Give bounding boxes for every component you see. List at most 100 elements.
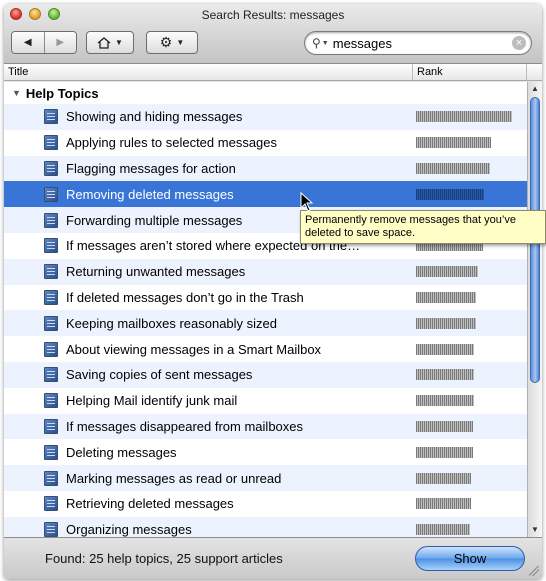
help-document-icon	[44, 238, 58, 254]
clear-search-icon[interactable]: ×	[512, 36, 526, 50]
result-row[interactable]: Deleting messages	[4, 439, 527, 465]
rank-bar	[416, 111, 512, 123]
result-row[interactable]: Showing and hiding messages	[4, 104, 527, 130]
help-document-icon	[44, 496, 58, 512]
help-document-icon	[44, 341, 58, 357]
rank-bar	[416, 498, 471, 510]
rank-bar	[416, 188, 484, 200]
home-button[interactable]: ▼	[86, 31, 134, 54]
group-header-help-topics[interactable]: ▼ Help Topics	[4, 82, 527, 104]
result-row[interactable]: Removing deleted messages	[4, 181, 527, 208]
rank-bar	[416, 446, 473, 458]
result-title: Saving copies of sent messages	[66, 367, 253, 383]
result-row[interactable]: Organizing messages	[4, 516, 527, 537]
result-row[interactable]: If deleted messages don’t go in the Tras…	[4, 285, 527, 311]
tooltip-line: deleted to save space.	[305, 227, 416, 239]
rank-bar	[416, 317, 476, 329]
scroll-down-icon[interactable]: ▼	[528, 523, 542, 537]
rank-bar	[416, 395, 474, 407]
result-title: Helping Mail identify junk mail	[66, 393, 238, 409]
search-icon[interactable]: ⚲	[312, 36, 321, 50]
rank-bar	[416, 343, 474, 355]
results-count-status: Found: 25 help topics, 25 support articl…	[45, 551, 283, 566]
help-document-icon	[44, 109, 58, 125]
result-row[interactable]: Returning unwanted messages	[4, 258, 527, 285]
help-document-icon	[44, 135, 58, 151]
result-title: Forwarding multiple messages	[66, 212, 243, 228]
result-title: Retrieving deleted messages	[66, 496, 234, 512]
tooltip-line: Permanently remove messages that you’ve	[305, 214, 516, 226]
result-title: If messages disappeared from mailboxes	[66, 418, 304, 434]
help-document-icon	[44, 393, 58, 409]
help-document-icon	[44, 418, 58, 434]
result-title: Marking messages as read or unread	[66, 470, 282, 486]
scroll-up-icon[interactable]: ▲	[528, 82, 542, 96]
result-title: Flagging messages for action	[66, 160, 236, 176]
result-title: Applying rules to selected messages	[66, 135, 278, 151]
result-title: Returning unwanted messages	[66, 264, 246, 280]
help-document-icon	[44, 289, 58, 305]
chevron-down-icon: ▼	[321, 39, 329, 47]
help-document-icon	[44, 522, 58, 537]
home-icon	[97, 36, 111, 49]
result-title: Keeping mailboxes reasonably sized	[66, 315, 278, 331]
help-document-icon	[44, 444, 58, 460]
back-button[interactable]: ◀	[12, 32, 44, 53]
help-document-icon	[44, 160, 58, 176]
results-list: ▼ Help Topics Showing and hiding message…	[4, 82, 527, 537]
header-corner	[526, 64, 542, 80]
result-row[interactable]: Retrieving deleted messages	[4, 491, 527, 517]
disclosure-triangle-icon[interactable]: ▼	[12, 88, 21, 98]
result-title: Showing and hiding messages	[66, 109, 243, 125]
help-document-icon	[44, 367, 58, 383]
results-table-header: Title Rank	[4, 64, 542, 81]
rank-bar	[416, 266, 478, 278]
action-menu-button[interactable]: ⚙ ▼	[146, 31, 198, 54]
result-title: Organizing messages	[66, 522, 192, 537]
rank-bar	[416, 291, 476, 303]
help-document-icon	[44, 212, 58, 228]
result-title: About viewing messages in a Smart Mailbo…	[66, 341, 322, 357]
chevron-down-icon: ▼	[176, 38, 185, 47]
column-header-title[interactable]: Title	[8, 66, 28, 78]
help-document-icon	[44, 186, 58, 202]
tooltip: Permanently remove messages that you’ve …	[300, 210, 546, 244]
result-row[interactable]: Applying rules to selected messages	[4, 130, 527, 156]
vertical-scrollbar[interactable]: ▲ ▼	[527, 82, 542, 537]
result-title: Deleting messages	[66, 444, 177, 460]
chevron-down-icon: ▼	[115, 38, 123, 47]
result-row[interactable]: Keeping mailboxes reasonably sized	[4, 310, 527, 337]
search-field[interactable]: ⚲ ▼ ×	[304, 31, 532, 55]
rank-bar	[416, 524, 470, 536]
rank-bar	[416, 420, 473, 432]
help-document-icon	[44, 264, 58, 280]
help-document-icon	[44, 315, 58, 331]
help-document-icon	[44, 470, 58, 486]
result-title: If deleted messages don’t go in the Tras…	[66, 289, 304, 305]
result-row[interactable]: About viewing messages in a Smart Mailbo…	[4, 336, 527, 362]
rank-bar	[416, 472, 471, 484]
result-row[interactable]: Helping Mail identify junk mail	[4, 388, 527, 414]
rank-bar	[416, 162, 490, 174]
rank-bar	[416, 369, 474, 381]
search-input[interactable]	[332, 35, 483, 51]
column-header-rank[interactable]: Rank	[412, 64, 522, 80]
result-row[interactable]: If messages disappeared from mailboxes	[4, 413, 527, 440]
gear-icon: ⚙	[159, 34, 173, 50]
back-forward-control: ◀ ▶	[11, 31, 77, 54]
result-title: Removing deleted messages	[66, 186, 234, 202]
help-viewer-window: Search Results: messages ◀ ▶ ▼ ⚙ ▼ ⚲ ▼ ×	[4, 4, 542, 579]
forward-button[interactable]: ▶	[43, 32, 76, 53]
footer-bar: Found: 25 help topics, 25 support articl…	[4, 537, 542, 579]
result-row[interactable]: Saving copies of sent messages	[4, 361, 527, 388]
show-button[interactable]: Show	[415, 546, 525, 571]
result-row[interactable]: Flagging messages for action	[4, 155, 527, 182]
titlebar: Search Results: messages ◀ ▶ ▼ ⚙ ▼ ⚲ ▼ ×	[4, 4, 542, 64]
result-row[interactable]: Marking messages as read or unread	[4, 465, 527, 491]
back-arrow-icon: ◀	[23, 37, 32, 48]
resize-grip-icon[interactable]	[529, 566, 539, 576]
rank-bar	[416, 137, 491, 149]
group-label: Help Topics	[25, 85, 99, 101]
window-title: Search Results: messages	[201, 8, 345, 22]
forward-arrow-icon: ▶	[56, 37, 65, 48]
